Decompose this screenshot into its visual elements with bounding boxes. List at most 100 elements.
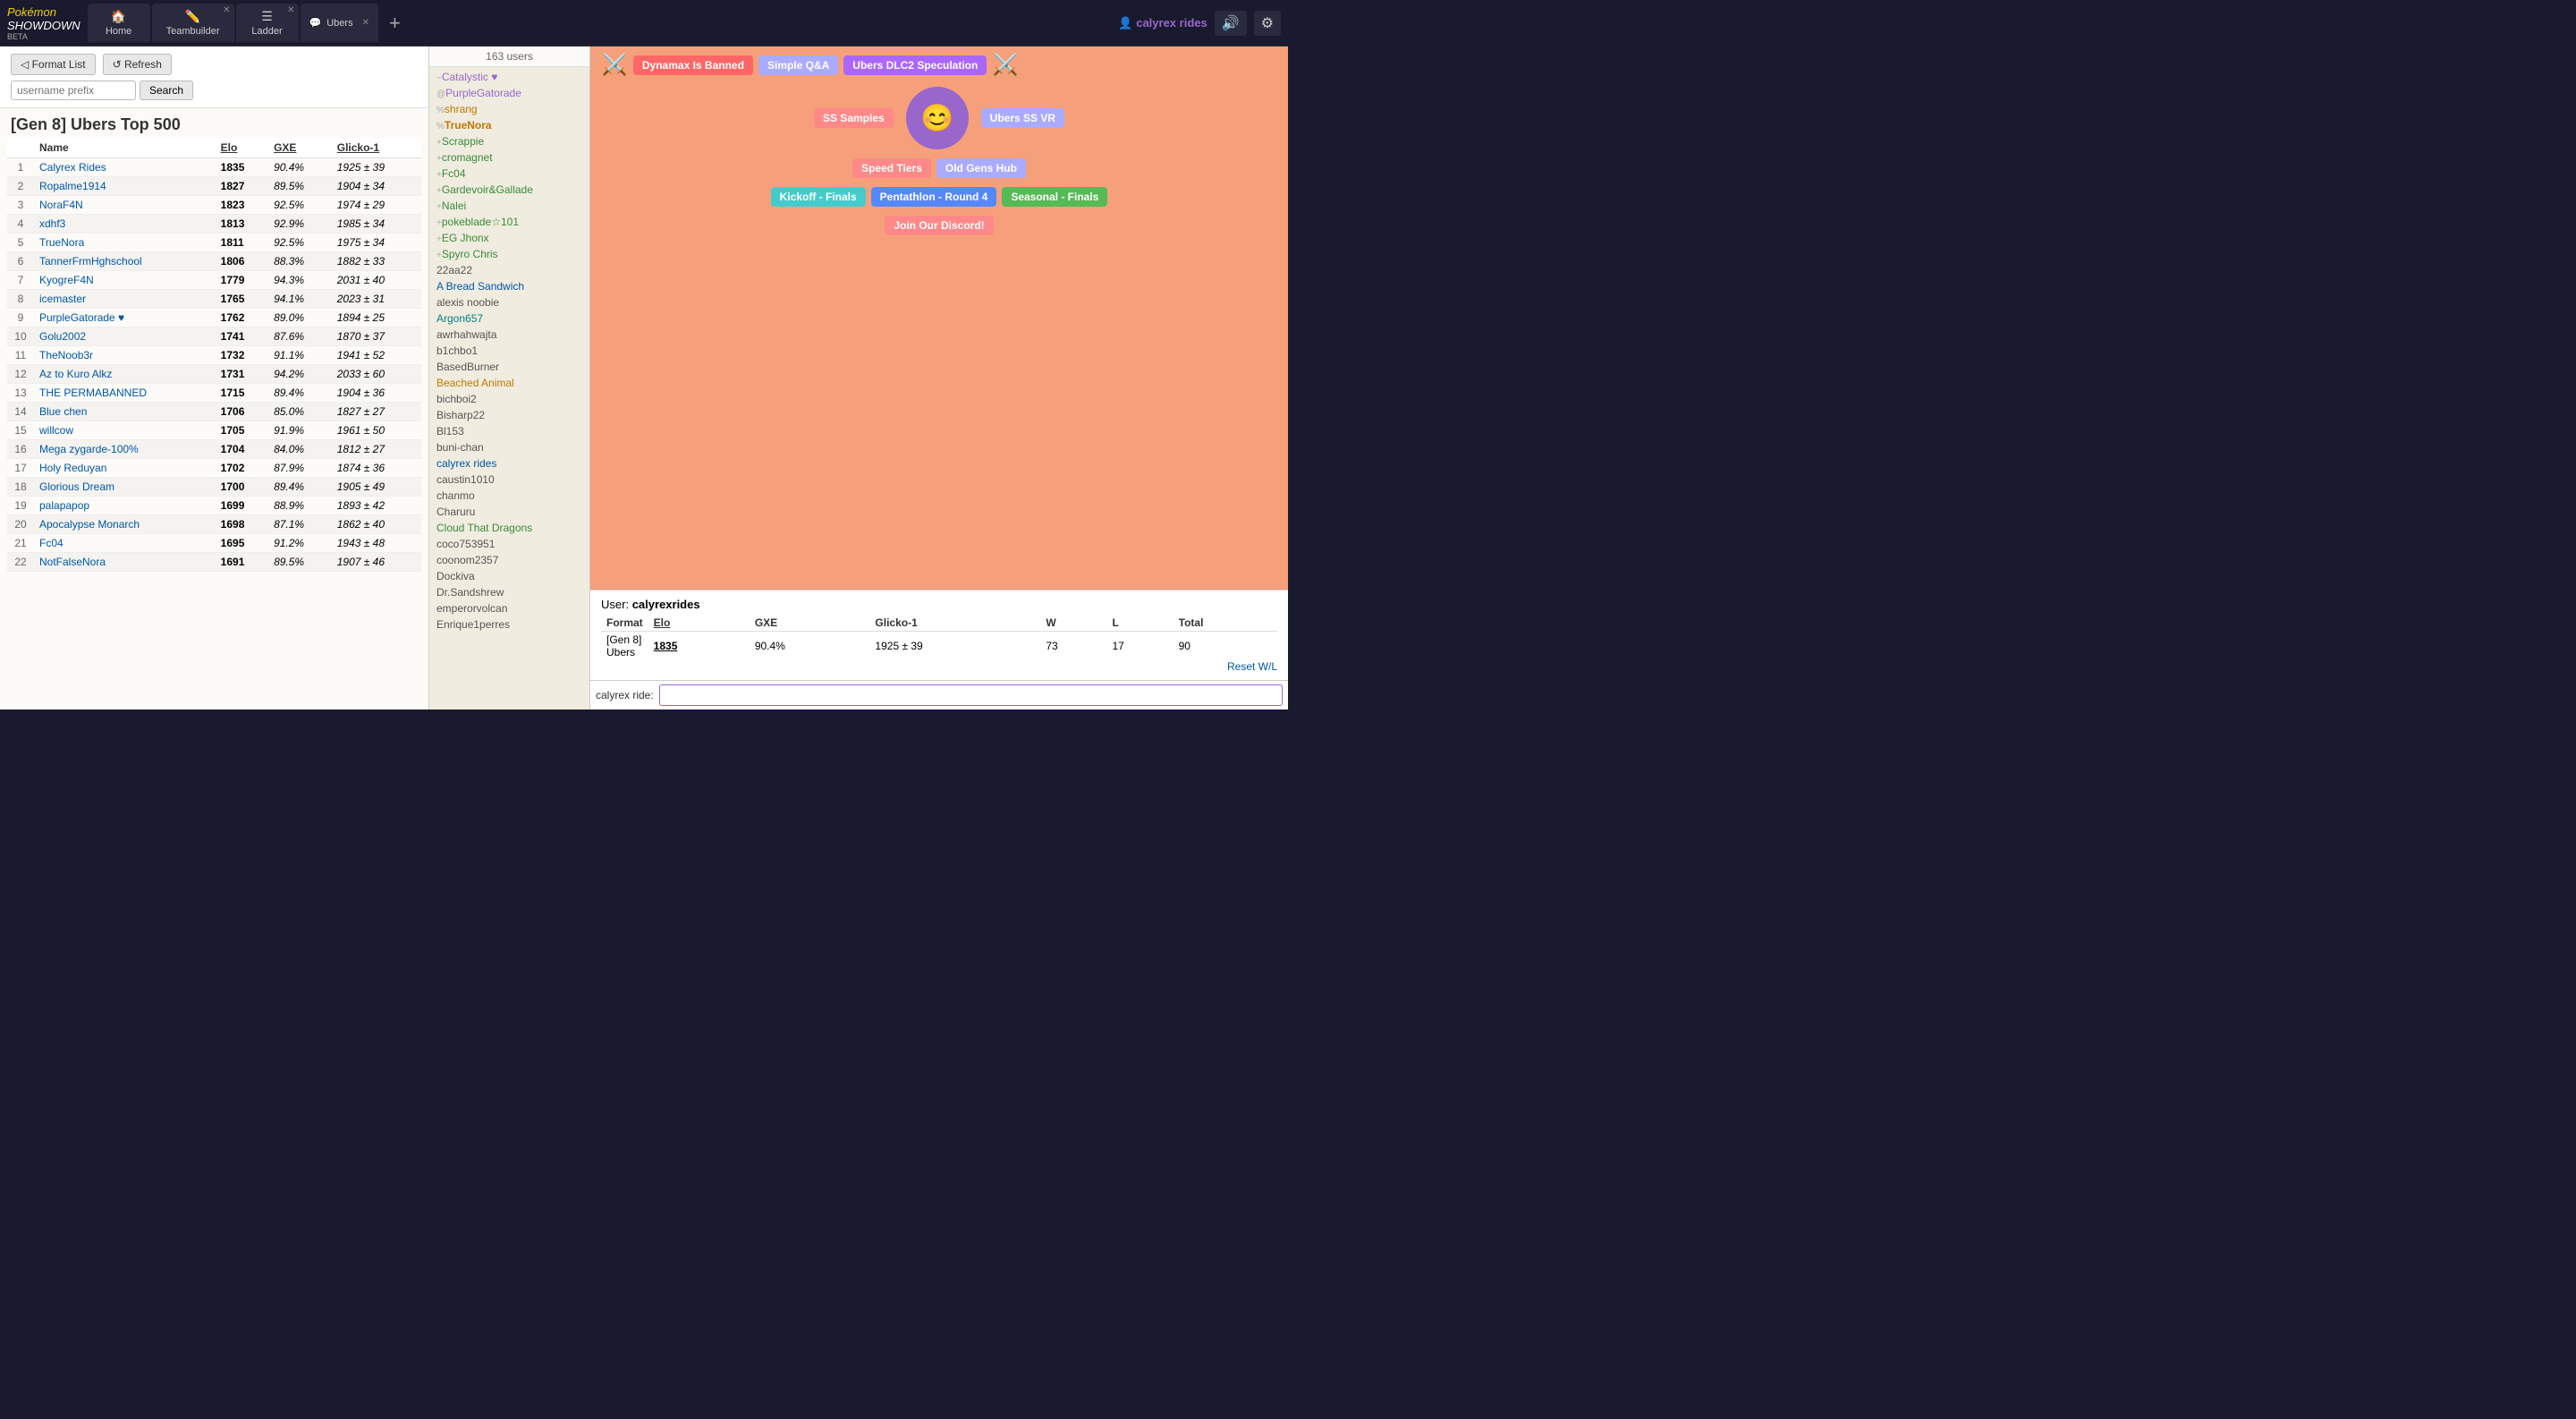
user-list-item[interactable]: b1chbo1 — [435, 343, 584, 359]
user-list-item[interactable]: Enrique1perres — [435, 616, 584, 633]
player-name-link[interactable]: NotFalseNora — [39, 556, 106, 568]
user-list-item[interactable]: Dockiva — [435, 568, 584, 584]
search-button[interactable]: Search — [140, 81, 193, 100]
user-list-item[interactable]: calyrex rides — [435, 455, 584, 472]
user-list-item[interactable]: @PurpleGatorade — [435, 85, 584, 101]
user-list-item[interactable]: buni-chan — [435, 439, 584, 455]
user-icon: 👤 — [1118, 16, 1132, 30]
name-cell: Calyrex Rides — [34, 158, 216, 177]
player-name-link[interactable]: NoraF4N — [39, 199, 83, 211]
player-name-link[interactable]: Holy Reduyan — [39, 462, 106, 474]
user-name: BasedBurner — [436, 361, 499, 373]
tag-seasonal-button[interactable]: Seasonal - Finals — [1002, 187, 1107, 207]
logo[interactable]: Pokémon SHOWDOWN BETA — [7, 5, 80, 41]
user-link[interactable]: 👤 calyrex rides — [1118, 16, 1207, 30]
player-name-link[interactable]: Golu2002 — [39, 330, 86, 343]
user-list-item[interactable]: Cloud That Dragons — [435, 520, 584, 536]
search-input[interactable] — [11, 81, 136, 100]
volume-button[interactable]: 🔊 — [1215, 11, 1247, 36]
ladder-close-icon[interactable]: ✕ — [287, 5, 294, 15]
col-elo[interactable]: Elo — [216, 138, 268, 158]
player-name-link[interactable]: Fc04 — [39, 537, 64, 549]
player-name-link[interactable]: TrueNora — [39, 236, 84, 249]
user-list-item[interactable]: +Gardevoir&Gallade — [435, 182, 584, 198]
tag-simple-button[interactable]: Simple Q&A — [758, 55, 838, 75]
user-list-item[interactable]: +Nalei — [435, 198, 584, 214]
user-list-item[interactable]: Beached Animal — [435, 375, 584, 391]
user-list-item[interactable]: %TrueNora — [435, 117, 584, 133]
tag-dlc-button[interactable]: Ubers DLC2 Speculation — [843, 55, 987, 75]
user-list-item[interactable]: BasedBurner — [435, 359, 584, 375]
player-name-link[interactable]: Calyrex Rides — [39, 161, 106, 174]
tag-old-gens-button[interactable]: Old Gens Hub — [936, 158, 1026, 178]
rank-cell: 8 — [7, 290, 34, 309]
player-name-link[interactable]: Apocalypse Monarch — [39, 518, 140, 531]
user-list-item[interactable]: +cromagnet — [435, 149, 584, 166]
user-list-item[interactable]: emperorvolcan — [435, 600, 584, 616]
table-row: 1 Calyrex Rides 1835 90.4% 1925 ± 39 — [7, 158, 421, 177]
user-list-item[interactable]: Bisharp22 — [435, 407, 584, 423]
tag-ss-samples-button[interactable]: SS Samples — [814, 108, 894, 128]
elo-cell: 1741 — [216, 327, 268, 346]
user-list-item[interactable]: +EG Jhonx — [435, 230, 584, 246]
tag-discord-button[interactable]: Join Our Discord! — [885, 216, 993, 235]
user-list-item[interactable]: +pokeblade☆101 — [435, 214, 584, 230]
user-list-item[interactable]: awrhahwajta — [435, 327, 584, 343]
player-name-link[interactable]: PurpleGatorade ♥ — [39, 311, 124, 324]
user-list-item[interactable]: +Spyro Chris — [435, 246, 584, 262]
settings-button[interactable]: ⚙ — [1254, 11, 1281, 36]
name-cell: palapapop — [34, 497, 216, 515]
teambuilder-close-icon[interactable]: ✕ — [223, 5, 230, 15]
user-list-item[interactable]: bichboi2 — [435, 391, 584, 407]
tag-kickoff-button[interactable]: Kickoff - Finals — [771, 187, 866, 207]
rank-cell: 2 — [7, 177, 34, 196]
add-tab-button[interactable]: + — [380, 4, 410, 42]
user-list-item[interactable]: caustin1010 — [435, 472, 584, 488]
chat-text-input[interactable] — [659, 684, 1283, 706]
ubers-close-icon[interactable]: ✕ — [362, 18, 369, 28]
user-list-item[interactable]: %shrang — [435, 101, 584, 117]
user-list-item[interactable]: Argon657 — [435, 310, 584, 327]
user-list-item[interactable]: Charuru — [435, 504, 584, 520]
reset-wl-link[interactable]: Reset W/L — [1227, 660, 1277, 673]
sh-glicko: Glicko-1 — [869, 615, 1040, 632]
player-name-link[interactable]: Glorious Dream — [39, 480, 114, 493]
tab-ladder[interactable]: ✕ ☰ Ladder — [236, 4, 299, 42]
player-name-link[interactable]: willcow — [39, 424, 73, 437]
tag-ubers-vr-button[interactable]: Ubers SS VR — [981, 108, 1064, 128]
player-name-link[interactable]: KyogreF4N — [39, 274, 94, 286]
user-list-item[interactable]: alexis noobie — [435, 294, 584, 310]
col-glicko[interactable]: Glicko-1 — [332, 138, 421, 158]
format-list-button[interactable]: ◁ Format List — [11, 54, 96, 75]
player-name-link[interactable]: TannerFrmHghschool — [39, 255, 142, 268]
user-list-item[interactable]: Dr.Sandshrew — [435, 584, 584, 600]
player-name-link[interactable]: icemaster — [39, 293, 86, 305]
glicko-cell: 2031 ± 40 — [332, 271, 421, 290]
user-list-item[interactable]: A Bread Sandwich — [435, 278, 584, 294]
user-list-item[interactable]: +Fc04 — [435, 166, 584, 182]
user-list-item[interactable]: chanmo — [435, 488, 584, 504]
player-name-link[interactable]: Az to Kuro Alkz — [39, 368, 112, 380]
player-name-link[interactable]: TheNoob3r — [39, 349, 93, 361]
player-name-link[interactable]: palapapop — [39, 499, 89, 512]
player-name-link[interactable]: Ropalme1914 — [39, 180, 106, 192]
user-list-item[interactable]: coonom2357 — [435, 552, 584, 568]
col-gxe[interactable]: GXE — [268, 138, 332, 158]
rank-cell: 7 — [7, 271, 34, 290]
user-list-item[interactable]: ~Catalystic ♥ — [435, 69, 584, 85]
player-name-link[interactable]: Blue chen — [39, 405, 87, 418]
tab-teambuilder[interactable]: ✕ ✏️ Teambuilder — [152, 4, 234, 42]
player-name-link[interactable]: THE PERMABANNED — [39, 387, 147, 399]
tab-ubers[interactable]: 💬 Ubers ✕ — [301, 4, 378, 42]
user-list-item[interactable]: coco753951 — [435, 536, 584, 552]
refresh-button[interactable]: ↺ Refresh — [103, 54, 172, 75]
tag-penta-button[interactable]: Pentathlon - Round 4 — [871, 187, 997, 207]
user-list-item[interactable]: Bl153 — [435, 423, 584, 439]
tab-home[interactable]: 🏠 Home — [88, 4, 150, 42]
player-name-link[interactable]: Mega zygarde-100% — [39, 443, 139, 455]
user-list-item[interactable]: 22aa22 — [435, 262, 584, 278]
user-list-item[interactable]: +Scrappie — [435, 133, 584, 149]
player-name-link[interactable]: xdhf3 — [39, 217, 65, 230]
tag-speed-button[interactable]: Speed Tiers — [852, 158, 931, 178]
tag-dynamax-button[interactable]: Dynamax Is Banned — [633, 55, 753, 75]
